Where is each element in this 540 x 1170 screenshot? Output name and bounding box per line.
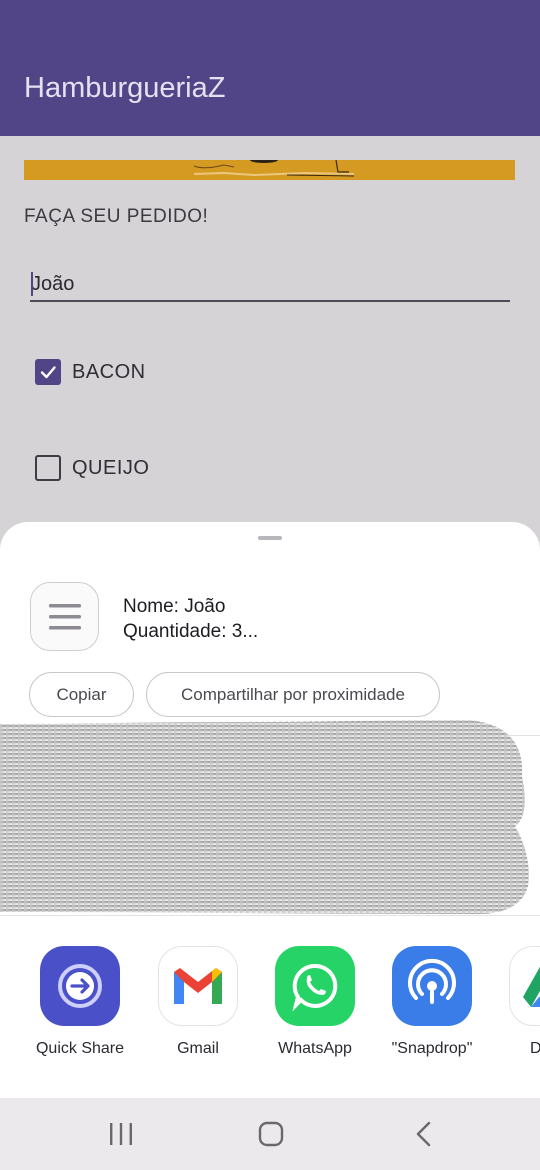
app-drive[interactable]: D bbox=[499, 946, 540, 1058]
whatsapp-icon bbox=[275, 946, 355, 1026]
text-cursor bbox=[31, 272, 33, 296]
app-title: HamburgueriaZ bbox=[24, 72, 226, 104]
app-label: WhatsApp bbox=[278, 1040, 352, 1057]
snapdrop-icon bbox=[392, 946, 472, 1026]
app-snapdrop[interactable]: "Snapdrop" bbox=[382, 946, 482, 1058]
app-quick-share[interactable]: Quick Share bbox=[30, 946, 130, 1058]
banner-image bbox=[24, 160, 515, 180]
order-heading: FAÇA SEU PEDIDO! bbox=[24, 206, 209, 227]
redacted-area bbox=[0, 720, 529, 915]
app-label: D bbox=[530, 1040, 540, 1057]
recents-icon[interactable] bbox=[104, 1118, 138, 1150]
gmail-icon bbox=[158, 946, 238, 1026]
text-lines-icon bbox=[30, 582, 99, 651]
drive-icon bbox=[509, 946, 540, 1026]
app-gmail[interactable]: Gmail bbox=[148, 946, 248, 1058]
bacon-checkbox[interactable] bbox=[35, 359, 61, 385]
nearby-share-button[interactable]: Compartilhar por proximidade bbox=[146, 672, 440, 717]
quick-share-icon bbox=[40, 946, 120, 1026]
name-field[interactable] bbox=[30, 268, 510, 302]
queijo-label: QUEIJO bbox=[72, 456, 150, 479]
app-bar: HamburgueriaZ bbox=[0, 0, 540, 136]
back-icon[interactable] bbox=[407, 1118, 441, 1150]
bacon-option[interactable]: BACON bbox=[35, 359, 146, 385]
shared-text-preview: Nome: João Quantidade: 3... bbox=[123, 594, 258, 644]
queijo-option[interactable]: QUEIJO bbox=[35, 455, 149, 481]
sheet-drag-handle[interactable] bbox=[258, 536, 282, 540]
queijo-checkbox[interactable] bbox=[35, 455, 61, 481]
share-sheet: Nome: João Quantidade: 3... Copiar Compa… bbox=[0, 522, 540, 1098]
system-nav-bar bbox=[0, 1098, 540, 1170]
checkmark-icon bbox=[40, 366, 56, 379]
copy-button[interactable]: Copiar bbox=[29, 672, 134, 717]
preview-line-1: Nome: João bbox=[123, 596, 226, 617]
bacon-label: BACON bbox=[72, 360, 146, 383]
app-whatsapp[interactable]: WhatsApp bbox=[265, 946, 365, 1058]
app-label: Gmail bbox=[177, 1040, 219, 1057]
app-label: Quick Share bbox=[35, 1040, 125, 1057]
preview-line-2: Quantidade: 3... bbox=[123, 621, 259, 642]
app-label: "Snapdrop" bbox=[391, 1040, 473, 1057]
home-icon[interactable] bbox=[254, 1118, 288, 1150]
divider bbox=[0, 915, 540, 916]
